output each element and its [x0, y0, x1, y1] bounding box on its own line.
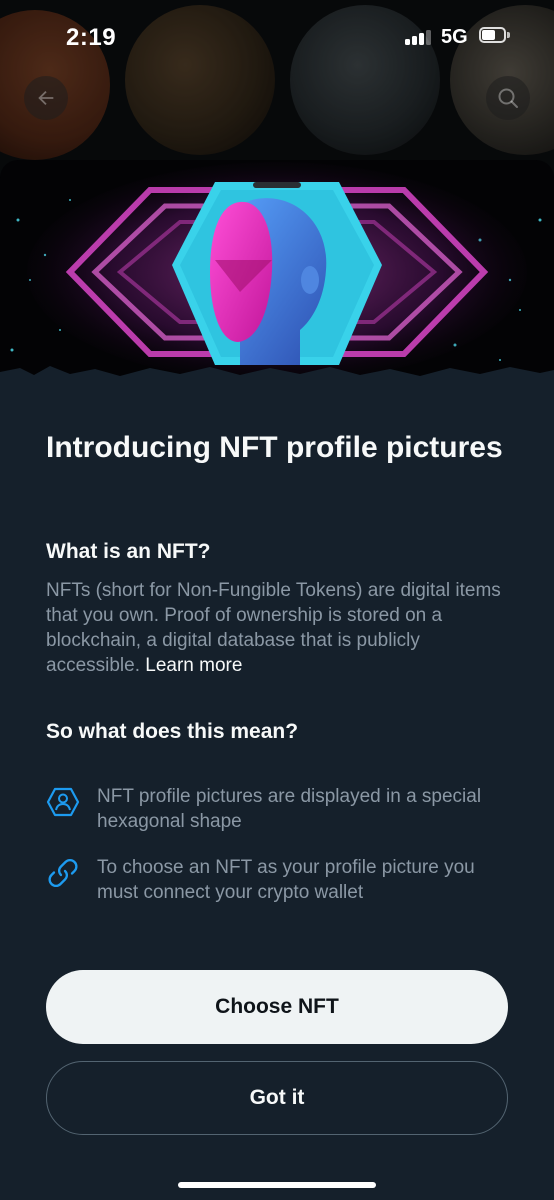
home-indicator[interactable] [178, 1182, 376, 1188]
sheet-grabber-handle[interactable] [253, 182, 301, 188]
network-type: 5G [441, 26, 468, 48]
what-is-nft-description: NFTs (short for Non-Fungible Tokens) are… [46, 580, 501, 676]
feature-item-wallet: To choose an NFT as your profile picture… [46, 855, 516, 905]
hero-illustration [0, 160, 554, 388]
link-icon [48, 858, 78, 888]
meaning-heading: So what does this mean? [46, 720, 299, 743]
search-icon [498, 88, 518, 108]
nft-intro-sheet: Introducing NFT profile pictures What is… [0, 160, 554, 1200]
signal-strength-icon [405, 29, 433, 45]
got-it-button[interactable]: Got it [46, 1061, 508, 1135]
battery-icon [479, 27, 511, 45]
feature-text: To choose an NFT as your profile picture… [97, 857, 475, 903]
status-time: 2:19 [66, 24, 117, 51]
choose-nft-button[interactable]: Choose NFT [46, 970, 508, 1044]
back-button[interactable] [24, 76, 68, 120]
what-is-nft-body: NFTs (short for Non-Fungible Tokens) are… [46, 578, 516, 678]
arrow-left-icon [38, 90, 54, 106]
feature-item-hexagon: NFT profile pictures are displayed in a … [46, 784, 516, 834]
learn-more-link[interactable]: Learn more [145, 655, 242, 676]
hexagon-profile-icon [46, 787, 80, 817]
status-bar: 2:19 5G [0, 0, 554, 76]
nft-hexagon-illustration [0, 160, 554, 388]
page-title: Introducing NFT profile pictures [46, 431, 503, 464]
what-is-nft-heading: What is an NFT? [46, 540, 211, 563]
search-button[interactable] [486, 76, 530, 120]
feature-text: NFT profile pictures are displayed in a … [97, 786, 482, 832]
